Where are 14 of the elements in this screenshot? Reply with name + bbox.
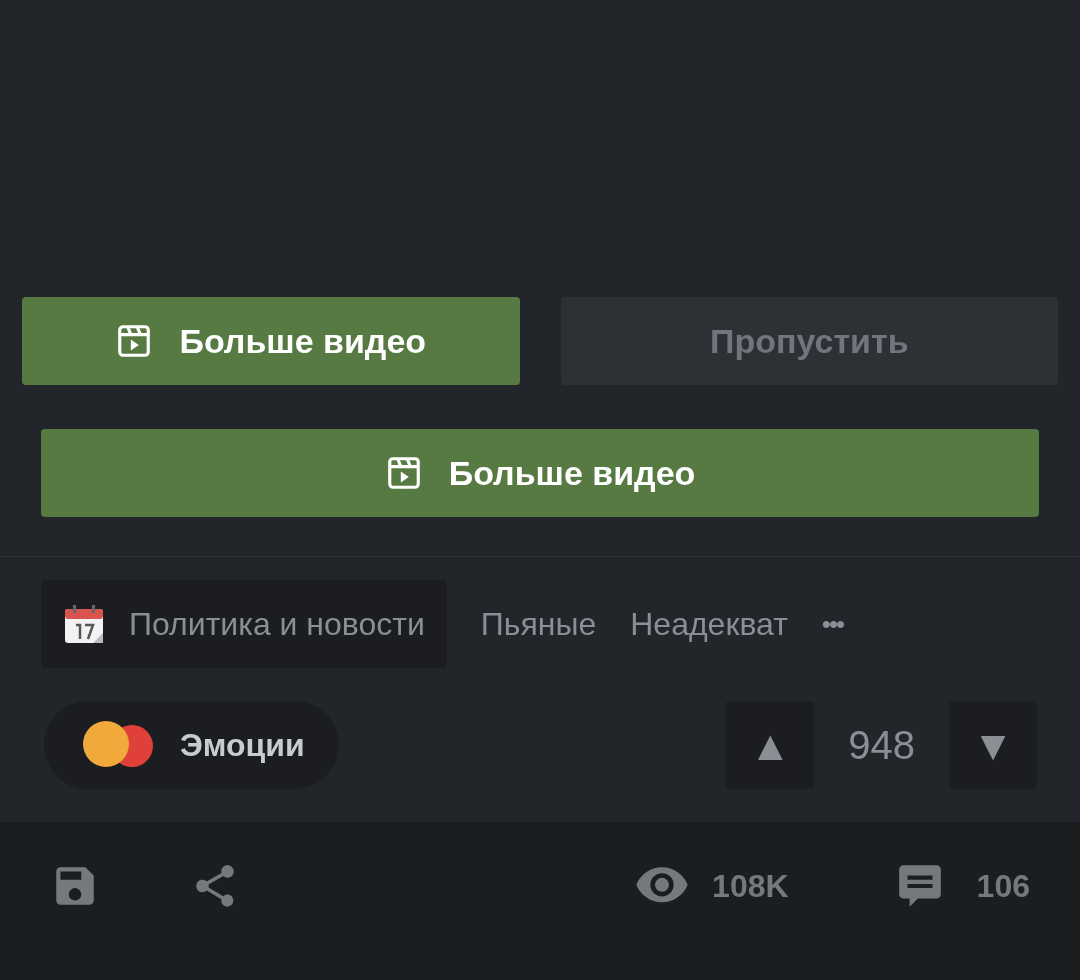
calendar-icon xyxy=(63,603,105,645)
upvote-button[interactable]: ▲ xyxy=(726,701,815,789)
emotions-chip[interactable]: Эмоции xyxy=(44,701,339,789)
views-count: 108K xyxy=(712,867,789,906)
skip-button[interactable]: Пропустить xyxy=(560,297,1058,385)
community-tag[interactable]: Политика и новости xyxy=(41,580,447,668)
downvote-button[interactable]: ▼ xyxy=(949,701,1037,789)
more-videos-button[interactable]: Больше видео xyxy=(22,297,520,385)
more-tags-button[interactable]: ••• xyxy=(821,604,844,644)
rating-score: 948 xyxy=(848,722,915,769)
tag-link[interactable]: Неадекват xyxy=(630,600,788,648)
comments-count: 106 xyxy=(976,867,1030,906)
more-videos-button[interactable]: Больше видео xyxy=(41,429,1039,517)
tag-link[interactable]: Пьяные xyxy=(480,600,597,648)
